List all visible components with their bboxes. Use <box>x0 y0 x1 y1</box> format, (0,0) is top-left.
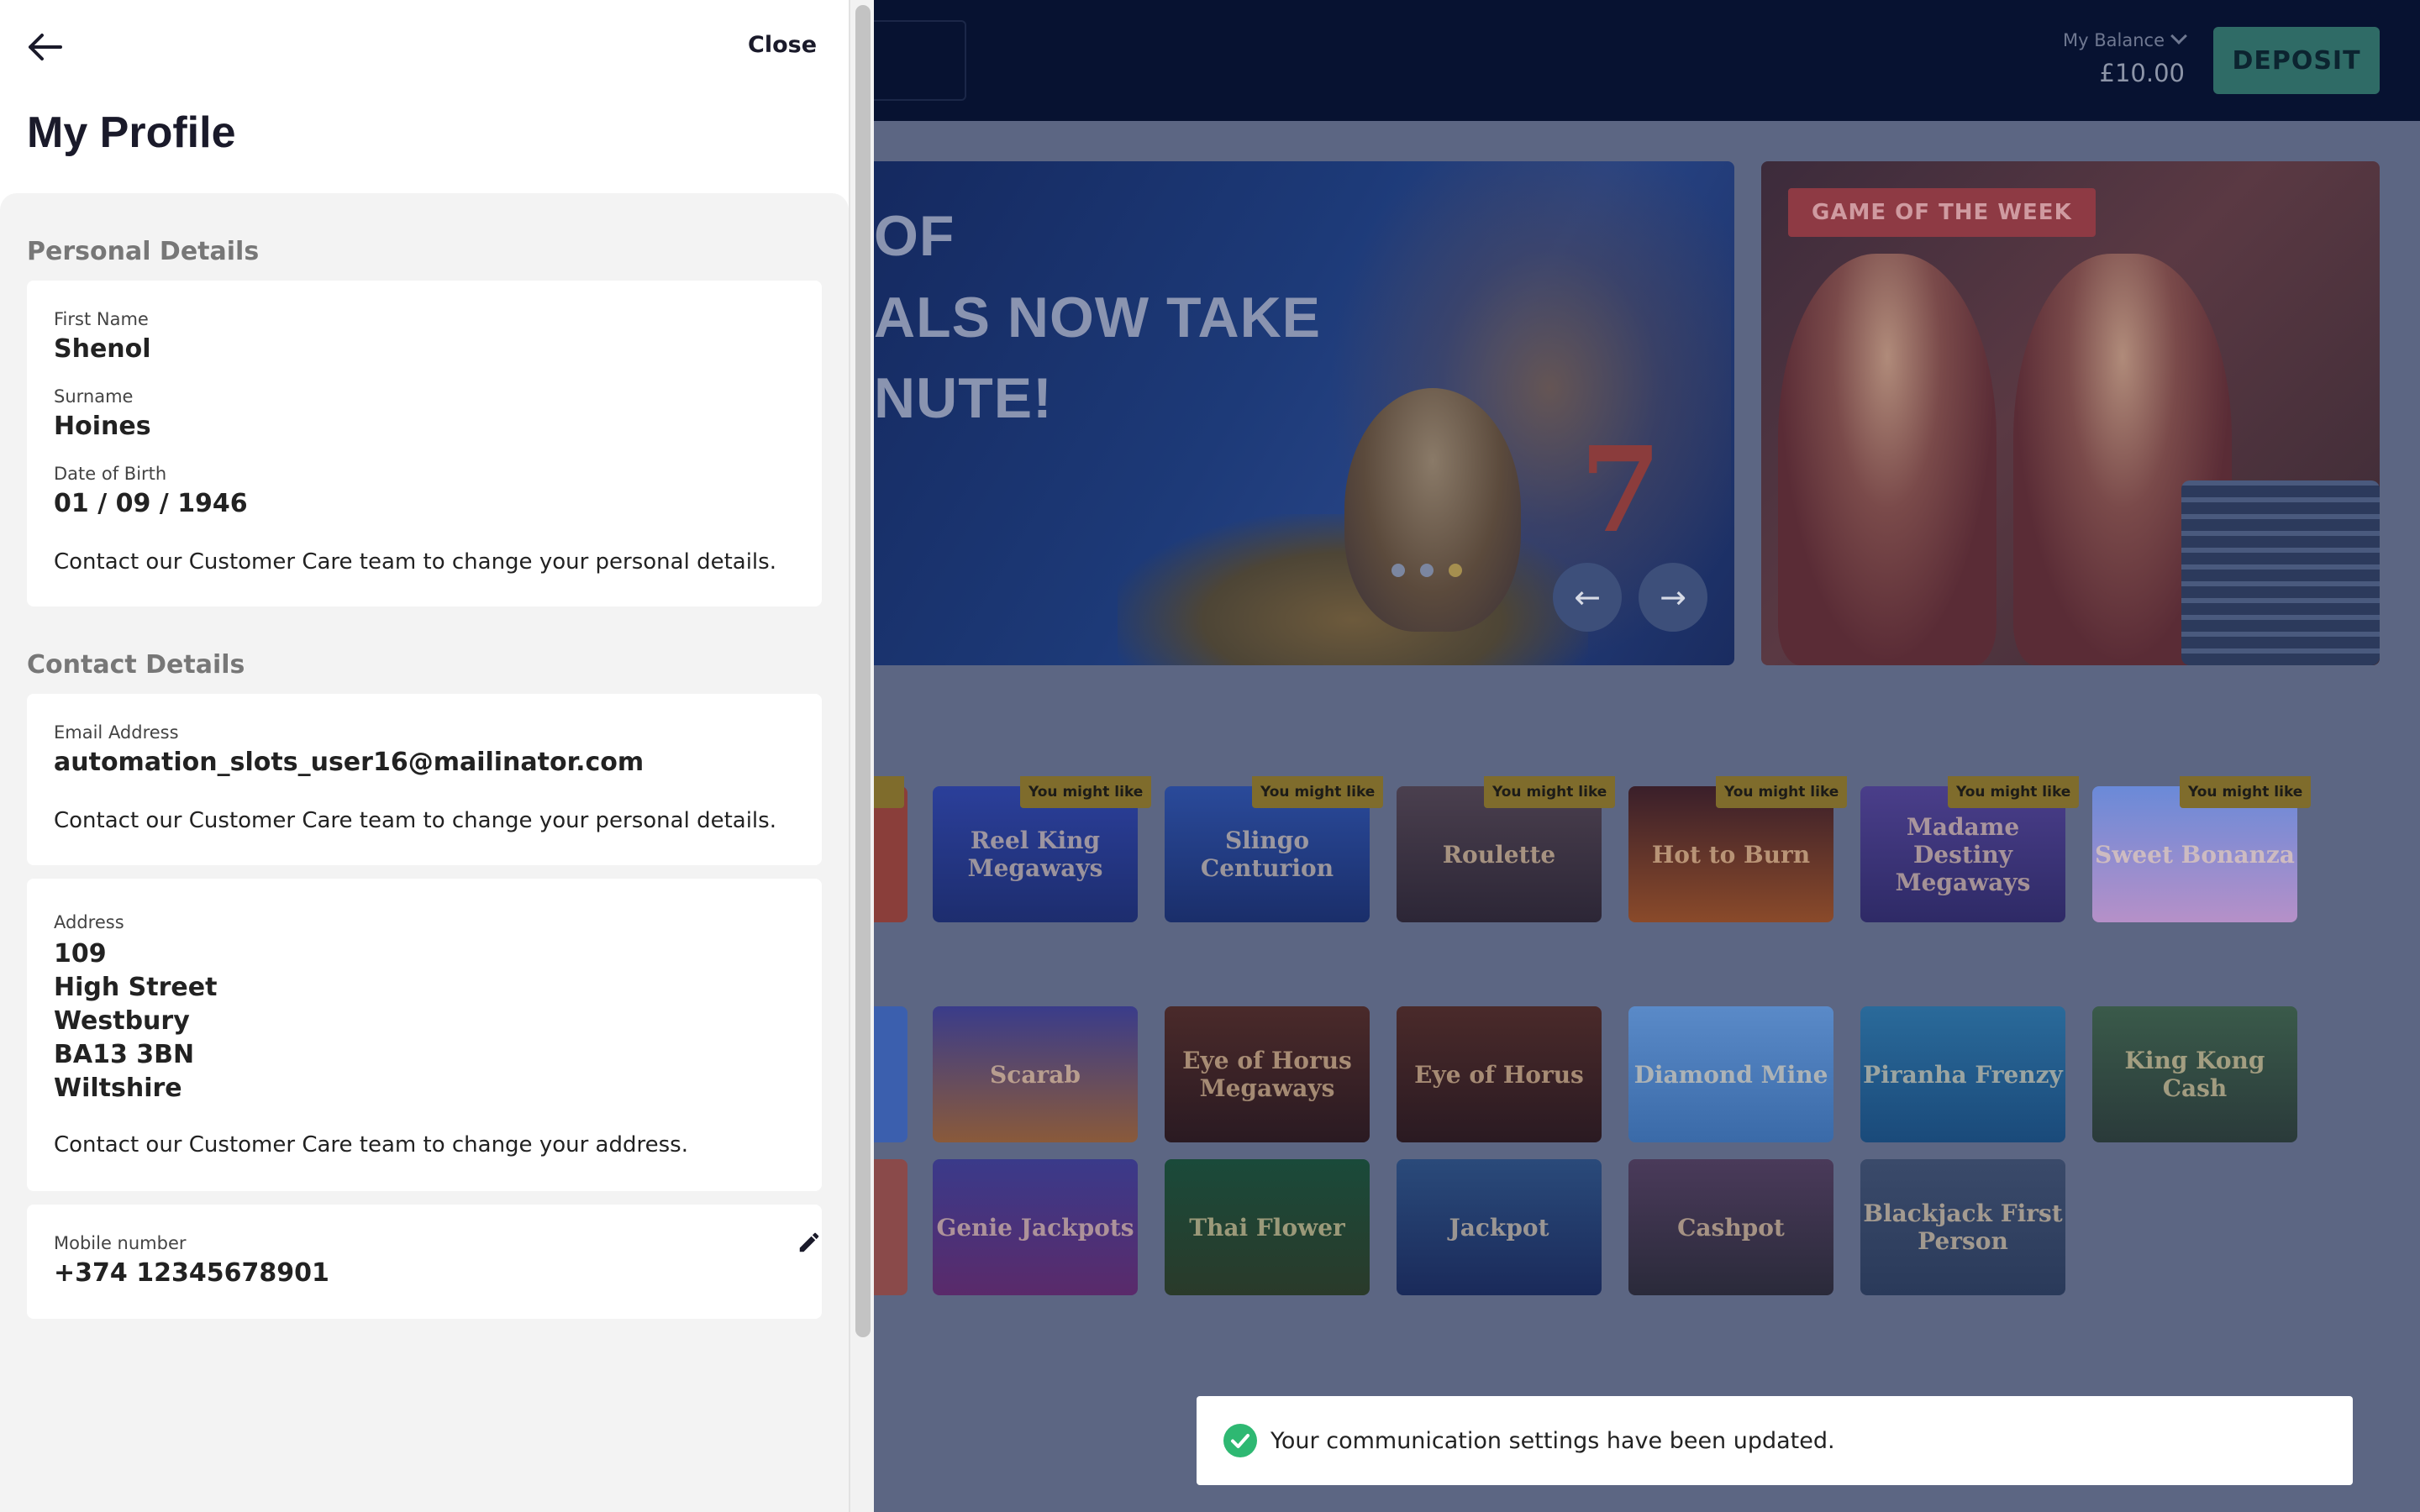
game-title: Jackpot <box>1449 1213 1549 1242</box>
game-title: Thai Flower <box>1189 1213 1345 1242</box>
carousel-next-button[interactable]: → <box>1639 563 1707 632</box>
game-of-the-week-banner[interactable]: GAME OF THE WEEK <box>1761 161 2380 665</box>
email-note: Contact our Customer Care team to change… <box>54 808 776 833</box>
recommend-tag: You might like <box>1716 776 1848 808</box>
recommend-tag: You might like <box>2180 776 2312 808</box>
personal-details-card: First Name Shenol Surname Hoines Date of… <box>27 281 822 606</box>
game-title: Hot to Burn <box>1651 840 1811 869</box>
game-tile[interactable]: Piranha Frenzy <box>1860 1006 2065 1142</box>
toast-message: Your communication settings have been up… <box>1270 1428 1835 1454</box>
address-line: Wiltshire <box>54 1074 182 1103</box>
game-tile[interactable]: Cashpot <box>1628 1159 1833 1295</box>
recommend-tag: You might like <box>1252 776 1384 808</box>
game-of-the-week-badge: GAME OF THE WEEK <box>1788 188 2096 237</box>
game-title: Piranha Frenzy <box>1863 1060 2063 1089</box>
surname-label: Surname <box>54 386 134 407</box>
check-circle-icon <box>1223 1424 1257 1457</box>
eagle-image <box>1344 388 1521 632</box>
game-tile[interactable]: King Kong Cash <box>2092 1006 2297 1142</box>
panel-body: Personal Details First Name Shenol Surna… <box>0 193 849 1512</box>
carousel-dot[interactable] <box>1392 564 1405 577</box>
hero-text-line-3: NUTE! <box>874 366 1053 430</box>
panel-header: Close My Profile <box>0 0 849 193</box>
game-tile[interactable]: Blackjack First Person <box>1860 1159 2065 1295</box>
hero-text-line-1: OF <box>874 204 955 268</box>
game-title: Genie Jackpots <box>936 1213 1134 1242</box>
recommend-tag: You might like <box>1020 776 1152 808</box>
deposit-button[interactable]: DEPOSIT <box>2213 27 2380 94</box>
address-line: BA13 3BN <box>54 1040 195 1069</box>
arrow-right-icon: → <box>1660 579 1686 616</box>
address-card: Address 109 High Street Westbury BA13 3B… <box>27 879 822 1191</box>
balance-value: £10.00 <box>2099 59 2185 87</box>
email-label: Email Address <box>54 722 179 743</box>
panel-scrollbar[interactable] <box>849 0 874 1512</box>
game-title: Slingo Centurion <box>1200 827 1334 882</box>
contact-details-heading: Contact Details <box>27 650 245 680</box>
dealer-image <box>1778 254 1996 665</box>
game-title: Scarab <box>990 1060 1081 1089</box>
hero-banner[interactable]: 7 OF ALS NOW TAKE NUTE! ← → <box>840 161 1734 665</box>
game-title: King Kong Cash <box>2124 1047 2265 1102</box>
address-label: Address <box>54 912 124 932</box>
game-title: Madame Destiny Megaways <box>1895 812 2031 896</box>
lucky-seven-image: 7 <box>1580 422 1662 559</box>
game-title: Eye of Horus <box>1414 1060 1584 1089</box>
game-tile[interactable]: Eye of Horus <box>1397 1006 1602 1142</box>
balance-label: My Balance <box>2050 28 2187 50</box>
back-button[interactable] <box>25 30 66 64</box>
personal-details-note: Contact our Customer Care team to change… <box>54 549 776 575</box>
email-card: Email Address automation_slots_user16@ma… <box>27 694 822 865</box>
scrollbar-thumb[interactable] <box>855 5 871 1337</box>
game-tile[interactable]: Eye of Horus Megaways <box>1165 1006 1370 1142</box>
address-note: Contact our Customer Care team to change… <box>54 1132 688 1158</box>
arrow-left-icon <box>29 34 62 60</box>
carousel-prev-button[interactable]: ← <box>1553 563 1622 632</box>
personal-details-heading: Personal Details <box>27 237 260 266</box>
pencil-icon <box>799 1232 819 1252</box>
game-title: Blackjack First Person <box>1863 1200 2063 1255</box>
game-title: Eye of Horus Megaways <box>1182 1047 1352 1102</box>
email-value: automation_slots_user16@mailinator.com <box>54 748 644 777</box>
close-button[interactable]: Close <box>748 32 817 58</box>
game-tile[interactable]: Jackpot <box>1397 1159 1602 1295</box>
game-title: Reel King Megaways <box>967 827 1103 882</box>
arrow-left-icon: ← <box>1574 579 1601 616</box>
game-title: Sweet Bonanza <box>2095 840 2295 869</box>
address-line: Westbury <box>54 1006 190 1036</box>
edit-mobile-button[interactable] <box>797 1230 822 1255</box>
address-value: 109 High Street Westbury BA13 3BN Wiltsh… <box>54 937 217 1105</box>
game-title: Diamond Mine <box>1634 1060 1828 1089</box>
carousel-dot[interactable] <box>1420 564 1434 577</box>
game-title: Cashpot <box>1677 1213 1785 1242</box>
first-name-value: Shenol <box>54 334 151 364</box>
dob-value: 01 / 09 / 1946 <box>54 489 248 518</box>
game-tile[interactable]: Thai Flower <box>1165 1159 1370 1295</box>
mobile-value: +374 12345678901 <box>54 1258 329 1288</box>
balance-widget[interactable]: My Balance £10.00 <box>2050 28 2187 87</box>
address-line: High Street <box>54 973 218 1002</box>
address-line: 109 <box>54 939 107 969</box>
mobile-card: Mobile number +374 12345678901 <box>27 1205 822 1319</box>
chevron-down-icon <box>2170 28 2187 45</box>
profile-panel: Close My Profile Personal Details First … <box>0 0 849 1512</box>
surname-value: Hoines <box>54 412 151 441</box>
recommend-tag: You might like <box>1948 776 2080 808</box>
game-tile[interactable]: Scarab <box>933 1006 1138 1142</box>
mobile-label: Mobile number <box>54 1233 187 1253</box>
casino-chips-image <box>2181 480 2380 665</box>
game-tile[interactable]: Diamond Mine <box>1628 1006 1833 1142</box>
game-tile[interactable]: Genie Jackpots <box>933 1159 1138 1295</box>
first-name-label: First Name <box>54 309 149 329</box>
recommend-tag: You might like <box>1484 776 1616 808</box>
hero-text-line-2: ALS NOW TAKE <box>874 286 1322 349</box>
carousel-dot-active[interactable] <box>1449 564 1462 577</box>
carousel-dots <box>1392 564 1462 577</box>
page-title: My Profile <box>27 108 236 157</box>
game-title: Roulette <box>1442 840 1556 869</box>
toast-notification: Your communication settings have been up… <box>1197 1396 2353 1485</box>
dob-label: Date of Birth <box>54 464 167 484</box>
